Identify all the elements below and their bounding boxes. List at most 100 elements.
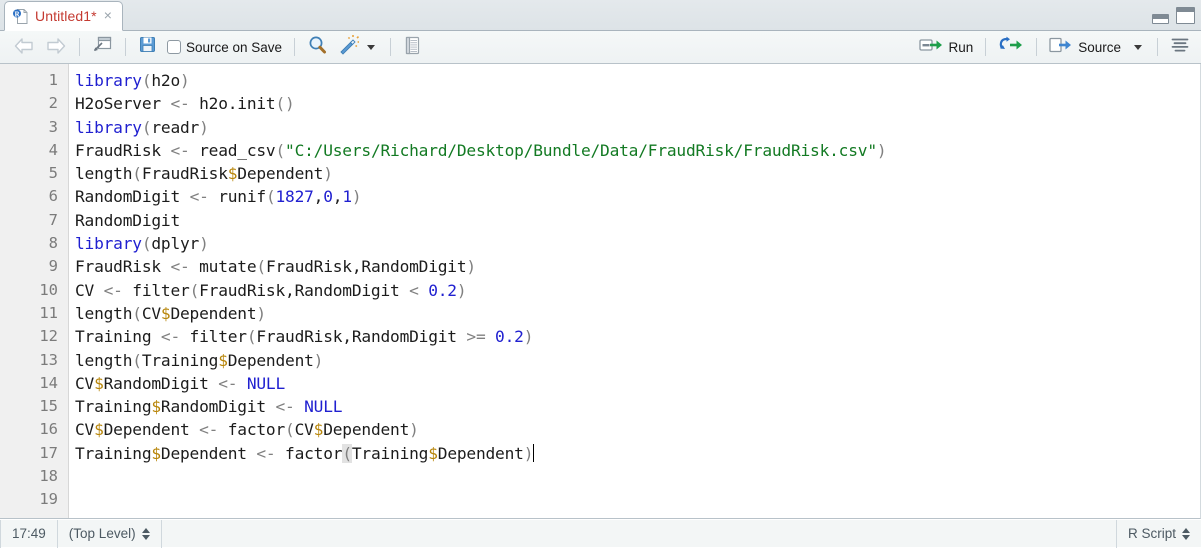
code-line[interactable]: length(Training$Dependent) [75,349,1200,372]
code-token: ) [256,303,266,323]
code-line[interactable]: library(dplyr) [75,232,1200,255]
file-type-selector[interactable]: R Script [1117,520,1201,548]
editor-tab-title: Untitled1* [35,8,97,24]
code-token: ( [141,71,152,90]
code-tools-button[interactable] [333,34,383,60]
source-on-save-toggle[interactable]: Source on Save [162,34,287,60]
code-token: ( [132,164,142,184]
source-dropdown-button[interactable] [1126,34,1150,60]
line-number: 16 [39,420,58,439]
code-line[interactable]: RandomDigit [75,209,1200,232]
search-icon [307,35,328,60]
code-token: 0.2 [428,280,457,300]
code-token: <- [275,397,295,417]
status-divider [160,519,162,548]
chevron-down-icon[interactable] [1134,44,1142,50]
code-token: <- [199,420,219,440]
line-number: 5 [48,164,58,183]
line-number: 8 [48,234,58,253]
code-token: FraudRisk,RandomDigit [256,327,467,347]
close-icon[interactable]: × [103,8,113,24]
chevron-updown-icon[interactable] [1182,527,1190,540]
code-token: ) [199,234,209,254]
code-token: 0 [323,187,333,207]
code-token: ) [180,71,190,90]
chevron-down-icon[interactable] [367,44,376,50]
code-line[interactable]: length(CV$Dependent) [75,302,1200,325]
code-token: <- [160,327,181,347]
code-token: RandomDigit [75,187,190,207]
line-number: 3 [48,117,58,136]
maximize-pane-icon[interactable] [1176,7,1195,24]
code-line[interactable]: CV <- filter(FraudRisk,RandomDigit < 0.2… [75,279,1200,302]
source-button[interactable]: Source [1044,34,1126,60]
save-button[interactable] [133,34,162,60]
code-token: ( [275,140,286,160]
code-line[interactable]: CV$Dependent <- factor(CV$Dependent) [75,418,1200,441]
code-line[interactable]: Training <- filter(FraudRisk,RandomDigit… [75,325,1200,348]
code-token: $ [94,420,104,440]
run-button[interactable]: Run [914,34,978,60]
code-text-area[interactable]: library(h2o) H2oServer <- h2o.init() libra… [69,64,1200,518]
editor-status-bar: 17:49 (Top Level) R Script [0,519,1201,548]
rerun-previous-button[interactable] [993,34,1029,60]
cursor-position: 17:49 [12,526,46,541]
code-line[interactable]: library(h2o) [75,69,1200,92]
code-token: () [275,94,295,114]
code-token: Dependent [160,443,257,463]
chevron-updown-icon[interactable] [141,527,150,540]
code-line[interactable] [75,488,1200,511]
code-token: , [313,187,324,207]
code-line[interactable]: Training$Dependent <- factor(Training$De… [75,442,1200,465]
code-token: ) [523,327,534,347]
code-line[interactable]: library(readr) [75,116,1200,139]
code-line[interactable]: CV$RandomDigit <- NULL [75,372,1200,395]
show-in-new-window-button[interactable] [87,34,118,60]
forward-button[interactable] [40,34,72,60]
line-number: 1 [48,71,58,89]
line-number: 14 [39,373,58,392]
text-cursor [533,443,535,462]
code-token: FraudRisk [141,164,228,184]
document-outline-button[interactable] [1165,34,1195,60]
code-token: h2o.init [189,94,276,114]
code-editor[interactable]: 1 2 3 4 5 6 7 8 9 10 11 12 13 14 15 16 17 18 19 library(h2… [0,64,1201,519]
code-line[interactable] [75,465,1200,488]
code-line[interactable]: RandomDigit <- runif(1827,0,1) [75,185,1200,208]
code-token: RandomDigit [103,373,219,393]
line-number: 7 [48,210,58,229]
code-token: 1827 [275,187,314,207]
code-line[interactable]: Training$RandomDigit <- NULL [75,395,1200,418]
code-token: Dependent [103,420,200,440]
code-line[interactable]: H2oServer <- h2o.init() [75,92,1200,115]
compile-report-button[interactable] [398,34,426,60]
code-token: ) [351,187,362,207]
code-token: length [75,164,133,184]
source-on-save-checkbox[interactable] [167,40,181,54]
code-token: Dependent [237,164,324,184]
line-number: 10 [39,280,58,299]
line-number: 12 [39,327,58,346]
minimize-pane-icon[interactable] [1152,14,1169,24]
toolbar-divider [390,38,392,56]
run-label: Run [948,39,974,55]
document-outline-icon [1170,36,1190,59]
toolbar-divider [294,38,296,56]
code-token: $ [94,373,104,393]
code-token: $ [227,164,238,184]
code-token: ) [313,350,324,370]
code-token: ( [189,280,200,300]
editor-tab-untitled1[interactable]: R Untitled1* × [4,1,123,31]
save-icon [138,35,157,59]
code-line[interactable]: length(FraudRisk$Dependent) [75,162,1200,185]
code-line[interactable]: FraudRisk <- mutate(FraudRisk,RandomDigi… [75,255,1200,278]
code-token: ) [323,164,333,184]
code-line[interactable]: FraudRisk <- read_csv("C:/Users/Richard/… [75,139,1200,162]
line-number: 18 [39,467,58,486]
line-number: 19 [39,490,58,509]
scope-selector[interactable]: (Top Level) [58,520,161,548]
find-replace-button[interactable] [302,34,333,60]
back-button[interactable] [8,34,40,60]
